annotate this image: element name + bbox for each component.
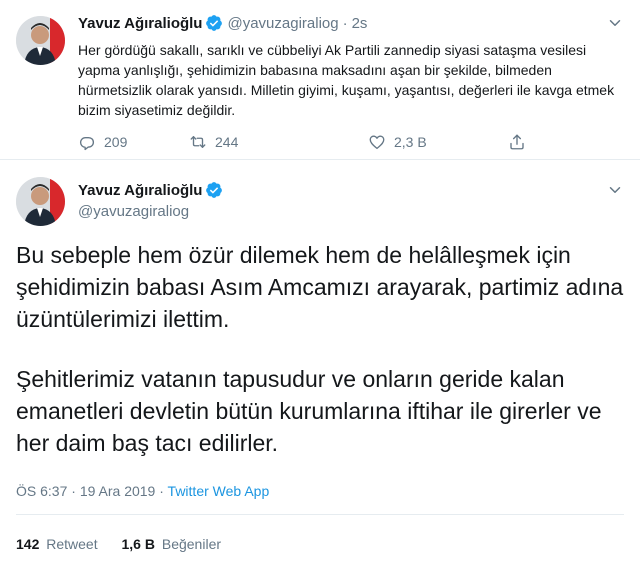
like-label: Beğeniler bbox=[161, 536, 222, 552]
retweet-icon bbox=[190, 136, 206, 148]
reply-button[interactable]: 209 bbox=[78, 133, 127, 151]
share-icon bbox=[510, 134, 524, 150]
separator-dot: · bbox=[71, 483, 76, 499]
chevron-down-icon[interactable] bbox=[606, 181, 624, 199]
parent-tweet[interactable]: Yavuz Ağıralioğlu @yavuzagiraliog · 2s H… bbox=[0, 0, 640, 160]
tweet-paragraph: Şehitlerimiz vatanın tapusudur ve onları… bbox=[16, 366, 602, 456]
author-handle[interactable]: @yavuzagiraliog bbox=[227, 15, 338, 32]
heart-icon bbox=[369, 135, 385, 150]
verified-badge-icon bbox=[205, 181, 223, 199]
avatar[interactable] bbox=[16, 177, 65, 226]
tweet-text: Her gördüğü sakallı, sarıklı ve cübbeliy… bbox=[78, 42, 615, 118]
author-handle[interactable]: @yavuzagiraliog bbox=[78, 203, 189, 220]
like-button[interactable]: 2,3 B bbox=[368, 133, 427, 151]
avatar[interactable] bbox=[16, 16, 65, 65]
retweet-stat[interactable]: 142 Retweet bbox=[16, 536, 102, 552]
tweet-text: Bu sebeple hem özür dilemek hem de helâl… bbox=[16, 239, 628, 459]
tweet-actions: 209 244 2,3 B bbox=[78, 133, 538, 155]
retweet-total: 142 bbox=[16, 536, 40, 552]
retweet-label: Retweet bbox=[46, 536, 98, 552]
separator-dot: · bbox=[159, 483, 164, 499]
retweet-button[interactable]: 244 bbox=[189, 133, 238, 151]
share-button[interactable] bbox=[508, 133, 534, 151]
tweet-source-link[interactable]: Twitter Web App bbox=[168, 483, 270, 499]
separator-dot: · bbox=[342, 14, 348, 32]
tweet-time[interactable]: 2s bbox=[352, 15, 368, 32]
retweet-count: 244 bbox=[215, 134, 239, 150]
tweet-time[interactable]: ÖS 6:37 bbox=[16, 483, 67, 499]
like-stat[interactable]: 1,6 B Beğeniler bbox=[122, 536, 222, 552]
tweet-paragraph: Bu sebeple hem özür dilemek hem de helâl… bbox=[16, 242, 624, 332]
tweet-stats: 142 Retweet 1,6 B Beğeniler bbox=[16, 536, 221, 552]
author-name[interactable]: Yavuz Ağıralioğlu bbox=[78, 182, 202, 199]
tweet-date[interactable]: 19 Ara 2019 bbox=[80, 483, 156, 499]
reply-count: 209 bbox=[104, 134, 128, 150]
divider bbox=[16, 514, 624, 515]
like-total: 1,6 B bbox=[121, 536, 155, 552]
reply-icon bbox=[79, 136, 95, 151]
chevron-down-icon[interactable] bbox=[606, 14, 624, 32]
tweet-meta: ÖS 6:37 · 19 Ara 2019 · Twitter Web App bbox=[16, 483, 269, 499]
verified-badge-icon bbox=[205, 14, 223, 32]
like-count: 2,3 B bbox=[394, 134, 427, 150]
author-name[interactable]: Yavuz Ağıralioğlu bbox=[78, 15, 202, 32]
